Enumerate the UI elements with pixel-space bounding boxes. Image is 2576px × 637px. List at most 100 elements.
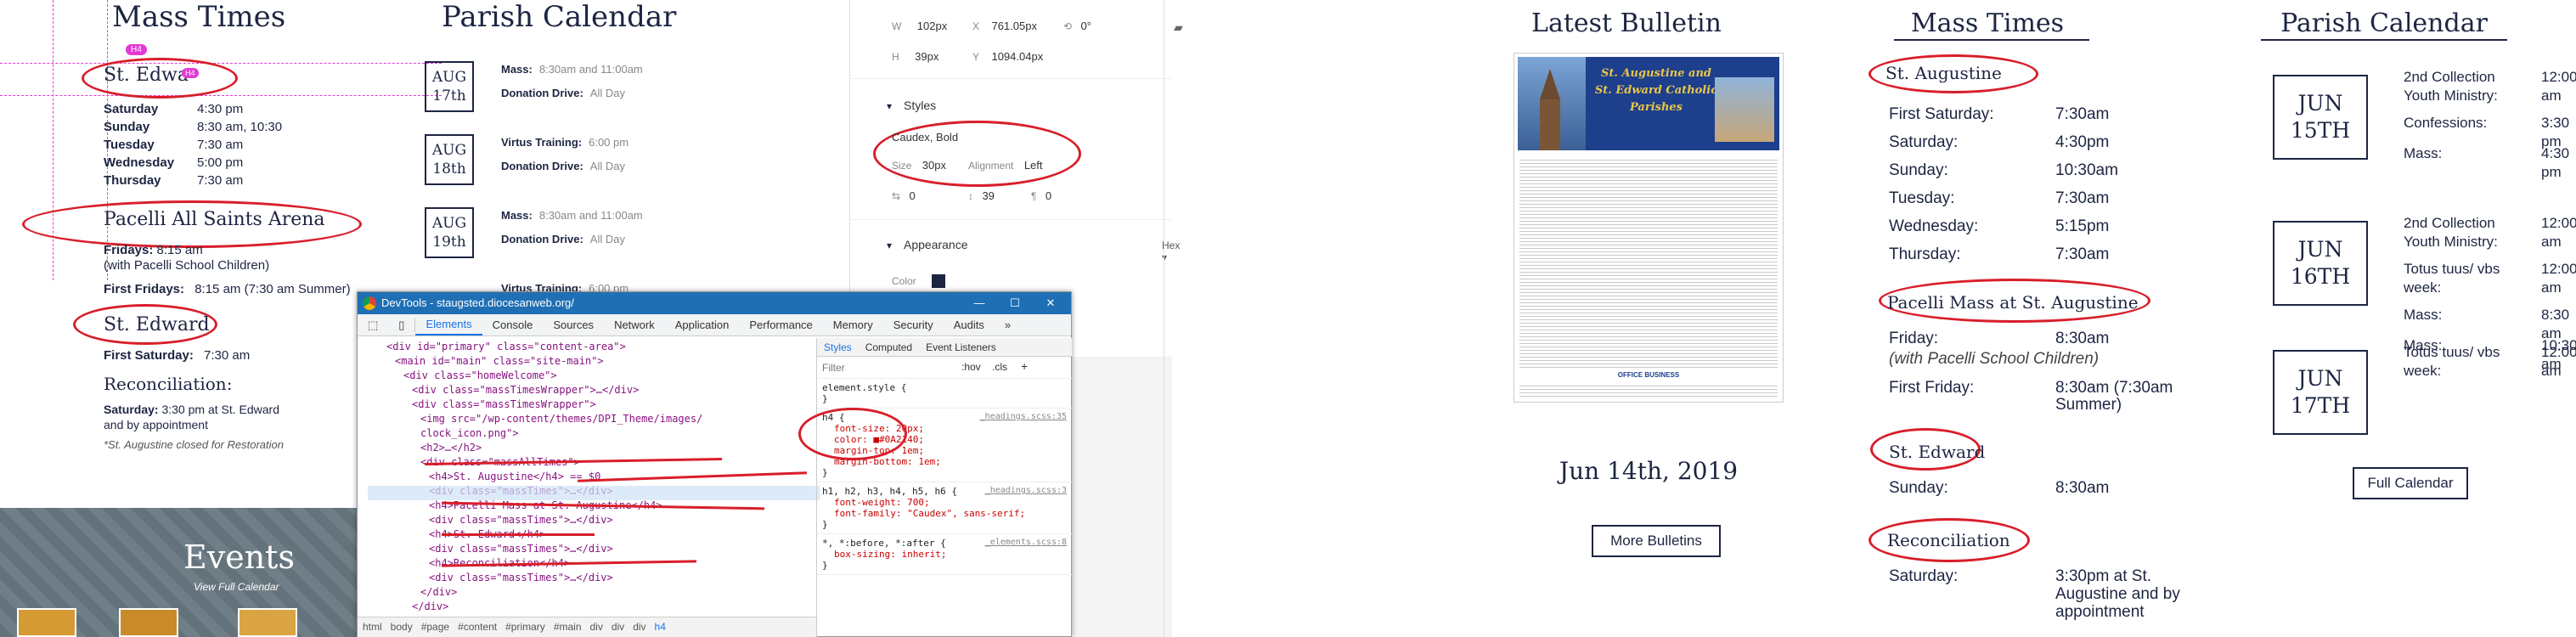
dom-node-line[interactable]: <div class="massTimes">…</div> [358, 513, 816, 527]
st-edward-heading[interactable]: St. Edwa [104, 65, 189, 86]
maximize-button[interactable]: ☐ [998, 292, 1032, 314]
font-name[interactable]: Caudex, Bold [892, 131, 958, 144]
event-thumbnail[interactable] [17, 608, 76, 637]
inspect-icon[interactable]: ⬚ [358, 318, 388, 332]
event-thumbnail[interactable] [119, 608, 178, 637]
line-height-field[interactable]: ↕ 39 [968, 189, 995, 204]
dom-node-line[interactable]: </div> [358, 585, 816, 600]
event-name[interactable]: Mass: [2404, 306, 2531, 324]
font-size-field[interactable]: Size 30px [892, 158, 946, 173]
devtools-titlebar[interactable]: DevTools - staugsted.diocesanweb.org/ — … [358, 292, 1071, 314]
width-field[interactable]: W 102px [892, 19, 947, 34]
css-property[interactable]: box-sizing: inherit; [822, 549, 1067, 560]
dom-node-line[interactable]: <div class="homeWelcome"> [358, 369, 816, 383]
add-rule-button[interactable]: + [1021, 359, 1028, 373]
height-field[interactable]: H 39px [892, 49, 939, 65]
bulletin-thumbnail[interactable]: St. Augustine and St. Edward Catholic Pa… [1513, 53, 1784, 403]
event-name[interactable]: Totus tuus/ vbs week: [2404, 343, 2531, 381]
dom-node-line[interactable]: clock_icon.png"> [358, 426, 816, 441]
breadcrumb-item[interactable]: #content [458, 621, 497, 633]
breadcrumb-item[interactable]: #page [421, 621, 449, 633]
hov-toggle[interactable]: :hov [961, 361, 981, 373]
calendar-date-box[interactable]: JUN 16TH [2273, 221, 2368, 306]
devtools-tab-network[interactable]: Network [604, 318, 665, 331]
reconciliation-heading[interactable]: Reconciliation [1887, 530, 2010, 550]
devtools-tab-memory[interactable]: Memory [823, 318, 883, 331]
st-edward-heading[interactable]: St. Edward [1889, 442, 1985, 462]
dom-node-line[interactable]: <main id="main" class="site-main"> [358, 354, 816, 369]
styles-tab[interactable]: Styles [817, 341, 859, 353]
more-tabs-icon[interactable]: » [995, 318, 1021, 331]
st-edward2-heading[interactable]: St. Edward [104, 314, 210, 335]
calendar-date-box[interactable]: AUG 17th [425, 61, 474, 112]
pacelli-heading[interactable]: Pacelli All Saints Arena [104, 209, 325, 230]
calendar-event[interactable]: Mass: 8:30am and 11:00am [501, 209, 643, 222]
calendar-event[interactable]: Donation Drive: All Day [501, 87, 625, 99]
breadcrumb-item[interactable]: div [612, 621, 624, 633]
devtools-tab-audits[interactable]: Audits [944, 318, 995, 331]
pacelli-heading[interactable]: Pacelli Mass at St. Augustine [1887, 292, 2139, 313]
letter-spacing-field[interactable]: ⇆ 0 [892, 189, 916, 204]
devtools-tab-performance[interactable]: Performance [739, 318, 822, 331]
full-calendar-button[interactable]: Full Calendar [2353, 467, 2468, 499]
css-source-link[interactable]: _headings.scss:3 [985, 486, 1067, 495]
css-selector[interactable]: element.style { [822, 382, 1067, 393]
calendar-event[interactable]: Mass: 8:30am and 11:00am [501, 63, 643, 76]
devtools-tab-sources[interactable]: Sources [543, 318, 604, 331]
minimize-button[interactable]: — [962, 292, 996, 314]
breadcrumb-item[interactable]: html [363, 621, 382, 633]
styles-tab[interactable]: Event Listeners [919, 341, 1003, 353]
styles-tab[interactable]: Computed [859, 341, 919, 353]
breadcrumb-item[interactable]: div [633, 621, 645, 633]
dom-node-line[interactable]: </div> [358, 600, 816, 614]
calendar-date-box[interactable]: JUN 17TH [2273, 350, 2368, 435]
event-name[interactable]: Totus tuus/ vbs week: [2404, 260, 2531, 297]
css-property[interactable]: font-weight: 700; [822, 497, 1067, 508]
calendar-date-box[interactable]: JUN 15TH [2273, 75, 2368, 160]
calendar-event[interactable]: Virtus Training: 6:00 pm [501, 136, 628, 149]
css-source-link[interactable]: _headings.scss:35 [980, 412, 1067, 421]
breadcrumb-item[interactable]: div [590, 621, 603, 633]
event-name[interactable]: 2nd Collection Youth Ministry: [2404, 68, 2531, 105]
more-bulletins-button[interactable]: More Bulletins [1592, 525, 1721, 557]
calendar-event[interactable]: Donation Drive: All Day [501, 160, 625, 172]
event-name[interactable]: Confessions: [2404, 114, 2531, 132]
event-name[interactable]: 2nd Collection Youth Ministry: [2404, 214, 2531, 251]
appearance-section-toggle[interactable]: ▾ [887, 240, 892, 251]
calendar-event[interactable]: Donation Drive: All Day [501, 233, 625, 245]
devtools-tab-application[interactable]: Application [665, 318, 740, 331]
device-icon[interactable]: ▯ [388, 318, 414, 332]
styles-filter-input[interactable] [822, 360, 941, 375]
dom-node-line[interactable]: <div class="massTimes">…</div> [358, 542, 816, 556]
hex-toggle[interactable]: Hex ▾ [1162, 240, 1180, 263]
alignment-field[interactable]: Alignment Left [968, 158, 1043, 173]
color-field[interactable]: Color [892, 273, 946, 289]
y-field[interactable]: Y 1094.04px [972, 49, 1043, 65]
dom-node-line[interactable]: <div class="massTimesWrapper">…</div> [358, 383, 816, 397]
cls-toggle[interactable]: .cls [992, 361, 1007, 373]
dom-node-line[interactable]: <div class="massTimesWrapper"> [358, 397, 816, 412]
devtools-tab-elements[interactable]: Elements [415, 315, 482, 335]
breadcrumb-item[interactable]: #primary [505, 621, 545, 633]
dom-node-line[interactable]: <div class="massTimes">…</div> [358, 571, 816, 585]
dom-node-line[interactable]: <h2>…</h2> [358, 441, 816, 455]
styles-section-toggle[interactable]: ▾ [887, 100, 892, 112]
close-button[interactable]: ✕ [1034, 292, 1068, 314]
css-source-link[interactable]: _elements.scss:8 [985, 538, 1067, 547]
view-full-calendar-link[interactable]: View Full Calendar [194, 581, 279, 593]
calendar-date-box[interactable]: AUG 18th [425, 134, 474, 185]
color-swatch[interactable] [932, 273, 946, 288]
event-name[interactable]: Mass: [2404, 144, 2531, 163]
dom-node-line[interactable]: <h4>St. Augustine</h4> == $0 [358, 470, 816, 484]
devtools-tab-console[interactable]: Console [482, 318, 544, 331]
css-property[interactable]: font-family: "Caudex", sans-serif; [822, 508, 1067, 519]
breadcrumb-item[interactable]: body [391, 621, 413, 633]
breadcrumb-item[interactable]: #main [554, 621, 582, 633]
comment-icon[interactable]: ▰ [1174, 20, 1183, 35]
breadcrumb-item[interactable]: h4 [655, 621, 666, 633]
x-field[interactable]: X 761.05px [972, 19, 1037, 34]
devtools-tab-security[interactable]: Security [883, 318, 944, 331]
calendar-date-box[interactable]: AUG 19th [425, 207, 474, 258]
dom-node-line[interactable]: <img src="/wp-content/themes/DPI_Theme/i… [358, 412, 816, 426]
paragraph-spacing-field[interactable]: ¶ 0 [1031, 189, 1051, 204]
